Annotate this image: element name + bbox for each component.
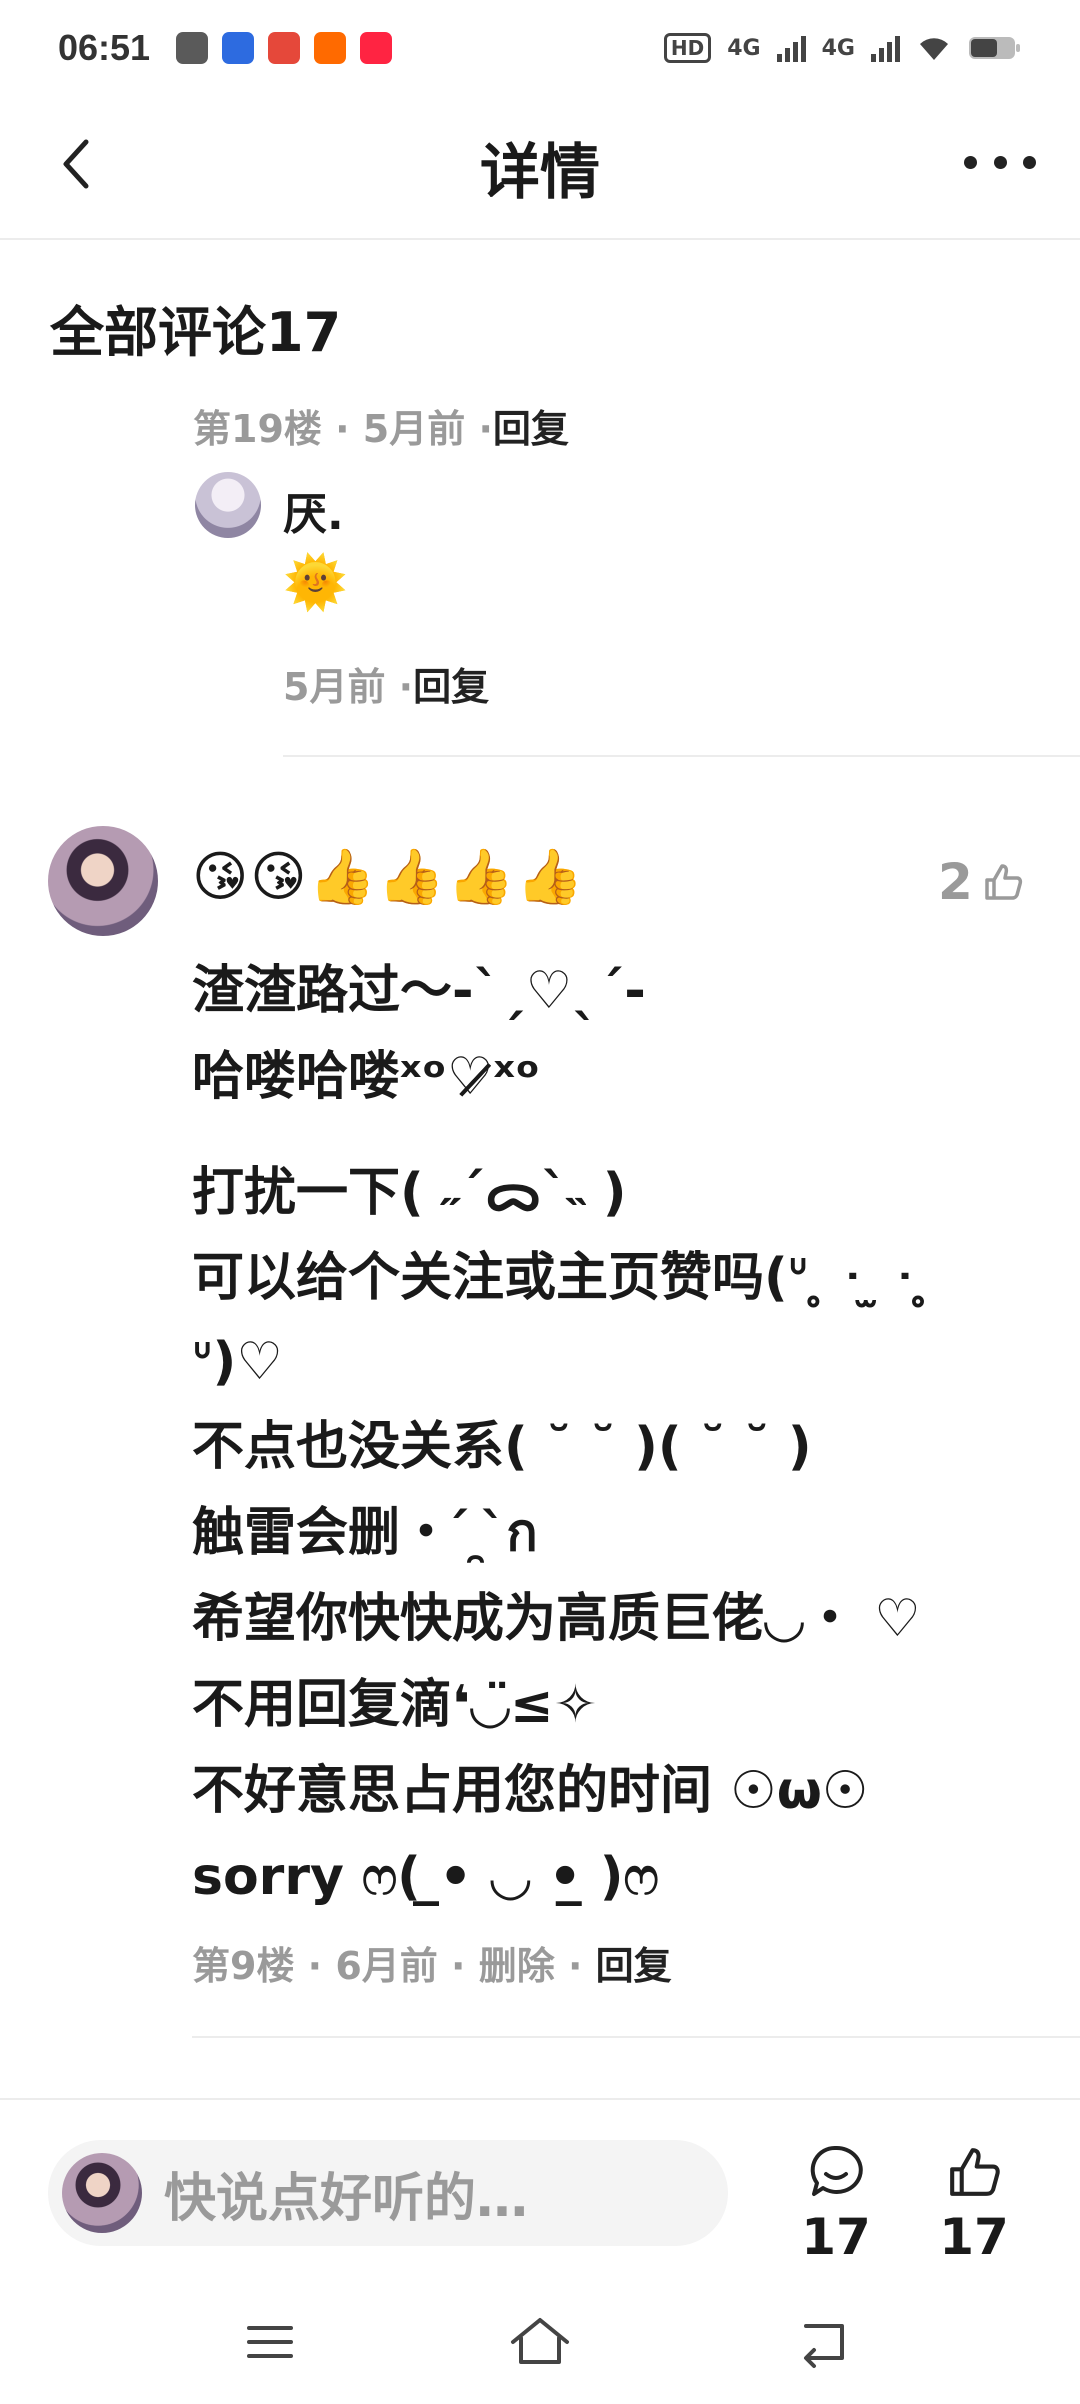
divider bbox=[192, 2036, 1080, 2038]
comment-line: sorry ෆ( ̲• ◡ •̲ )ෆ bbox=[192, 1847, 659, 1907]
status-indicators: HD 4G 4G bbox=[663, 33, 1022, 63]
reply-meta: 5月前 ·回复 bbox=[283, 665, 490, 709]
nav-back-button[interactable] bbox=[790, 2312, 860, 2372]
comment-line: 渣渣路过～-ˋˏ♡ˎˊ- bbox=[192, 961, 646, 1021]
floor-meta: 第19楼 · 5月前 ·回复 bbox=[193, 407, 569, 451]
comment-line: 不点也没关系( ˘ ˘ )( ˘ ˘ ) bbox=[192, 1417, 812, 1477]
comment-like-button[interactable]: 2 bbox=[938, 853, 1025, 911]
reply-author[interactable]: 厌. bbox=[283, 478, 344, 542]
like-count: 17 bbox=[939, 2208, 1009, 2266]
reply-button[interactable]: 回复 bbox=[413, 665, 489, 709]
comments-title: 全部评论17 bbox=[50, 301, 342, 364]
more-button[interactable] bbox=[964, 142, 1036, 182]
chevron-left-icon bbox=[63, 139, 89, 189]
status-time: 06:51 bbox=[58, 27, 151, 68]
comment-meta: 第9楼 · 6月前 · 删除 · 回复 bbox=[192, 1944, 672, 1988]
comment-line: 打扰一下( ˶ˊᯅˋ˵ ) bbox=[192, 1163, 627, 1223]
comment-line: 希望你快快成为高质巨佬◡・ ♡ bbox=[192, 1589, 921, 1649]
comment-input[interactable]: 快说点好听的… bbox=[48, 2140, 728, 2246]
comment-line: 触雷会删・ ́ ̯ ̀ก bbox=[192, 1503, 538, 1563]
thumbs-up-icon bbox=[950, 2148, 1000, 2196]
wechat-icon bbox=[176, 32, 209, 64]
reply-time: 5月前 bbox=[283, 665, 386, 709]
avatar[interactable] bbox=[48, 826, 158, 936]
hd-badge: HD bbox=[663, 33, 712, 63]
more-dots-icon bbox=[964, 155, 977, 169]
comment-line: 不好意思占用您的时间 ☉ω☉ bbox=[192, 1761, 869, 1821]
divider bbox=[283, 755, 1080, 757]
avatar bbox=[62, 2153, 142, 2233]
wifi-icon bbox=[916, 34, 952, 62]
delete-button[interactable]: 删除 bbox=[479, 1944, 555, 1988]
comment-input-placeholder: 快说点好听的… bbox=[164, 2168, 529, 2229]
system-nav-bar bbox=[0, 2290, 1080, 2404]
notification-icons bbox=[176, 32, 393, 64]
signal-bars-icon bbox=[776, 34, 806, 62]
travel-icon bbox=[268, 32, 301, 64]
nav-home-button[interactable] bbox=[505, 2312, 575, 2372]
status-bar: 06:51 HD 4G 4G bbox=[0, 0, 1080, 96]
signal-label-2: 4G bbox=[821, 35, 855, 61]
comment-icon bbox=[810, 2145, 863, 2196]
like-button[interactable]: 17 bbox=[924, 2142, 1024, 2266]
floor-time: 5月前 bbox=[362, 407, 466, 451]
comments-button[interactable]: 17 bbox=[786, 2142, 886, 2266]
taobao-icon bbox=[314, 32, 347, 64]
thumbs-up-icon bbox=[985, 864, 1022, 900]
baidu-icon bbox=[222, 32, 255, 64]
floor-label: 第19楼 bbox=[193, 407, 322, 451]
floor-label: 第9楼 bbox=[192, 1944, 295, 1988]
battery-icon bbox=[968, 34, 1022, 62]
signal-label-1: 4G bbox=[727, 35, 761, 61]
back-icon bbox=[804, 2324, 844, 2368]
reply-button[interactable]: 回复 bbox=[596, 1944, 672, 1988]
signal-bars-icon bbox=[871, 34, 900, 62]
comment-body: 渣渣路过～-ˋˏ♡ˎˊ- 哈喽哈喽ˣᵒ♡̷̷̷̷ˣᵒ 打扰一下( ˶ˊᯅˋ˵ )… bbox=[192, 948, 1022, 1920]
home-icon bbox=[511, 2318, 569, 2364]
avatar[interactable] bbox=[195, 472, 261, 538]
comment-count: 17 bbox=[801, 2208, 871, 2266]
bottom-action-bar: 快说点好听的… 17 17 bbox=[0, 2098, 1080, 2266]
comment-like-count: 2 bbox=[938, 853, 973, 911]
comment-emojis: 😘😘👍👍👍👍 bbox=[192, 845, 586, 908]
comment-line: 可以给个关注或主页赞吗(ᐡ ̥ ᐧ ̫ ᐧ ̥ ᐡ)♡ bbox=[192, 1248, 931, 1392]
header: 详情 bbox=[0, 96, 1080, 240]
xiaohongshu-icon bbox=[360, 32, 393, 64]
comment-time: 6月前 bbox=[335, 1944, 438, 1988]
menu-icon bbox=[247, 2326, 293, 2358]
page-title: 详情 bbox=[480, 137, 600, 208]
comment-line: 不用回复滴❛◡̈≤✧ bbox=[192, 1675, 598, 1735]
reply-button[interactable]: 回复 bbox=[493, 407, 569, 451]
comment-line: 哈喽哈喽ˣᵒ♡̷̷̷̷ˣᵒ bbox=[192, 1047, 541, 1107]
reply-content: 🌞 bbox=[283, 553, 348, 613]
back-button[interactable] bbox=[50, 134, 110, 194]
nav-menu-button[interactable] bbox=[235, 2312, 305, 2372]
